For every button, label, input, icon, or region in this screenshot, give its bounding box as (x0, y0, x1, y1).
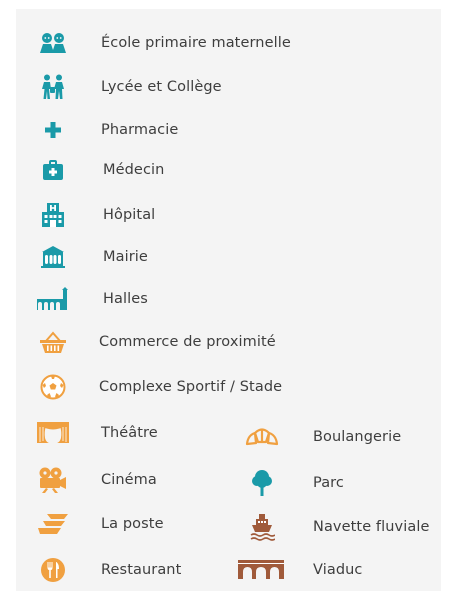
croissant-icon (245, 422, 279, 452)
legend-item-halles: Halles (36, 284, 316, 314)
soccer-ball-icon (36, 372, 70, 402)
legend-label: Cinéma (101, 472, 157, 488)
legend-label: Navette fluviale (313, 519, 430, 535)
legend-item-ecole: École primaire maternelle (36, 28, 316, 58)
legend-item-stade: Complexe Sportif / Stade (36, 372, 316, 402)
legend-item-pharmacie: Pharmacie (36, 115, 316, 145)
theatre-curtain-icon (36, 418, 70, 448)
legend-item-hopital: Hôpital (36, 200, 316, 230)
legend-item-parc: Parc (245, 468, 445, 498)
legend-label: Théâtre (101, 425, 158, 441)
legend-label: Commerce de proximité (99, 334, 276, 350)
river-shuttle-icon (245, 512, 279, 542)
legend-item-cinema: Cinéma (36, 465, 236, 495)
legend-label: Complexe Sportif / Stade (99, 379, 283, 395)
town-hall-icon (36, 242, 70, 272)
students-icon (36, 72, 70, 102)
medical-kit-icon (36, 155, 70, 185)
hospital-icon (36, 200, 70, 230)
legend-label: Lycée et Collège (101, 79, 222, 95)
legend-item-poste: La poste (36, 509, 236, 539)
tree-icon (245, 468, 279, 498)
legend-label: Parc (313, 475, 344, 491)
legend-item-viaduc: Viaduc (238, 555, 445, 585)
legend-label: Restaurant (101, 562, 182, 578)
restaurant-icon (36, 555, 70, 585)
pharmacy-cross-icon (36, 115, 70, 145)
legend-item-medecin: Médecin (36, 155, 316, 185)
legend-item-lycee: Lycée et Collège (36, 72, 316, 102)
legend-label: École primaire maternelle (101, 35, 291, 51)
post-office-icon (36, 509, 70, 539)
legend-label: Viaduc (313, 562, 363, 578)
legend-item-restaurant: Restaurant (36, 555, 236, 585)
market-hall-icon (36, 284, 70, 314)
legend-label: La poste (101, 516, 164, 532)
legend-label: Pharmacie (101, 122, 179, 138)
film-camera-icon (36, 465, 70, 495)
legend-label: Halles (103, 291, 148, 307)
legend-item-navette: Navette fluviale (245, 512, 455, 542)
children-icon (36, 28, 70, 58)
viaduct-icon (237, 555, 285, 585)
basket-icon (36, 327, 70, 357)
legend-item-commerce: Commerce de proximité (36, 327, 316, 357)
legend-item-mairie: Mairie (36, 242, 316, 272)
legend-item-theatre: Théâtre (36, 418, 236, 448)
legend-item-boulangerie: Boulangerie (245, 422, 445, 452)
legend-label: Hôpital (103, 207, 156, 223)
legend-label: Mairie (103, 249, 148, 265)
legend-label: Boulangerie (313, 429, 402, 445)
legend-label: Médecin (103, 162, 165, 178)
